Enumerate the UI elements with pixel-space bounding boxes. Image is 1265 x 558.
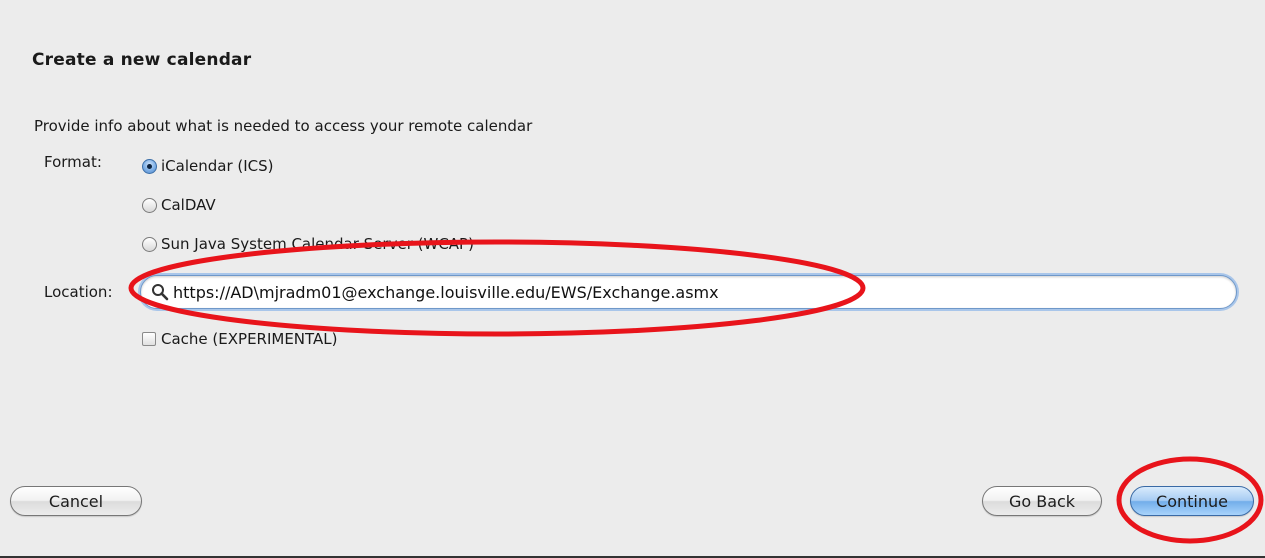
format-label: Format: (44, 153, 102, 171)
go-back-button[interactable]: Go Back (982, 486, 1102, 516)
location-field[interactable] (140, 275, 1237, 309)
dialog-description: Provide info about what is needed to acc… (34, 117, 533, 135)
cache-label: Cache (EXPERIMENTAL) (161, 330, 338, 348)
radio-button-selected[interactable] (142, 158, 157, 174)
cache-checkbox[interactable] (142, 332, 156, 346)
magnifier-icon (152, 284, 169, 301)
format-option-label: CalDAV (161, 196, 216, 214)
radio-button[interactable] (142, 236, 157, 252)
radio-button[interactable] (142, 197, 157, 213)
format-option-label: Sun Java System Calendar Server (WCAP) (161, 235, 474, 253)
dialog-title: Create a new calendar (32, 50, 252, 70)
cache-option[interactable]: Cache (EXPERIMENTAL) (142, 330, 338, 348)
format-option-wcap[interactable]: Sun Java System Calendar Server (WCAP) (142, 235, 474, 253)
continue-button[interactable]: Continue (1130, 486, 1254, 516)
cancel-button[interactable]: Cancel (10, 486, 142, 516)
location-label: Location: (44, 283, 113, 301)
format-option-icalendar[interactable]: iCalendar (ICS) (142, 157, 274, 175)
format-option-label: iCalendar (ICS) (161, 157, 274, 175)
format-option-caldav[interactable]: CalDAV (142, 196, 216, 214)
location-input[interactable] (169, 282, 1236, 302)
